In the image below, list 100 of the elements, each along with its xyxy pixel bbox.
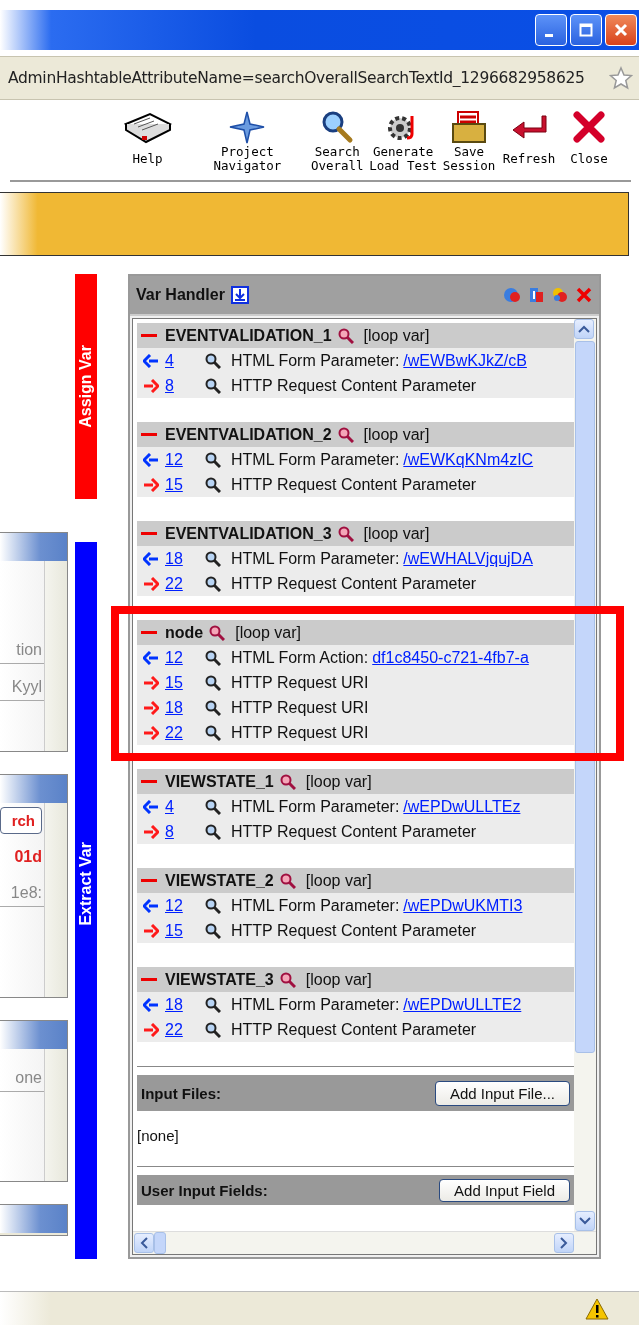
left-arrow-icon (143, 799, 159, 814)
panel-title: Var Handler (136, 286, 225, 304)
reference-text: HTML Form Parameter: (231, 450, 400, 469)
line-number-link[interactable]: 18 (165, 995, 205, 1014)
folder-icon (450, 110, 488, 144)
caret-right-icon (560, 1237, 568, 1249)
value-link[interactable]: df1c8450-c721-4fb7-a (372, 648, 529, 667)
value-link[interactable]: /wEWHALVjqujDA (403, 549, 533, 568)
line-number-link[interactable]: 15 (165, 673, 205, 692)
vertical-scrollbar[interactable] (44, 803, 67, 997)
variable-header[interactable]: VIEWSTATE_3 [loop var] (137, 967, 574, 992)
globe-icon[interactable] (503, 286, 521, 304)
value-link[interactable]: /wEWKqKNm4zIC (403, 450, 534, 469)
reference-text: HTML Form Parameter: (231, 797, 400, 816)
value-link[interactable]: /wEWBwKJkZ/cB (403, 351, 527, 370)
line-number-link[interactable]: 18 (165, 698, 205, 717)
left-arrow-icon (143, 452, 159, 467)
panel-text: 01d (13, 847, 43, 867)
magnifier-icon (205, 823, 221, 840)
panel-header (0, 533, 67, 561)
side-tab[interactable]: Extract Var (75, 542, 97, 1259)
toolbar-button[interactable]: Refresh (501, 110, 557, 174)
side-tab[interactable]: Assign Var (75, 274, 97, 499)
line-number-link[interactable]: 18 (165, 549, 205, 568)
toolbar-button[interactable]: Close (561, 110, 617, 174)
address-field[interactable]: AdminHashtableAttributeName=searchOverallSearchTextId_1296682958625 (0, 56, 639, 100)
close-icon[interactable] (575, 286, 593, 304)
scroll-thumb[interactable] (575, 341, 595, 1053)
search-button[interactable]: rch (0, 807, 42, 834)
search-icon (320, 110, 355, 144)
variable-header[interactable]: VIEWSTATE_2 [loop var] (137, 868, 574, 893)
address-input[interactable]: AdminHashtableAttributeName=searchOverallSearchTextId_1296682958625 (8, 69, 603, 87)
add-input-file-button[interactable]: Add Input File... (434, 1080, 570, 1106)
variable-header[interactable]: VIEWSTATE_1 [loop var] (137, 769, 574, 794)
bookmark-star-icon[interactable] (609, 66, 633, 90)
right-arrow-icon (143, 576, 159, 591)
line-number-link[interactable]: 8 (165, 822, 205, 841)
magnifier-icon (205, 476, 221, 493)
minimize-icon (545, 33, 553, 37)
horizontal-scrollbar[interactable] (133, 1231, 596, 1254)
line-number-link[interactable]: 15 (165, 921, 205, 940)
line-number-link[interactable]: 15 (165, 475, 205, 494)
scroll-down-button[interactable] (575, 1211, 595, 1231)
scroll-left-button[interactable] (134, 1233, 154, 1253)
collapse-icon (141, 780, 157, 783)
toolbar-button[interactable]: Search Overall (309, 110, 366, 174)
right-arrow-icon (143, 700, 159, 715)
magnifier-icon (337, 327, 354, 344)
line-number-link[interactable]: 4 (165, 797, 205, 816)
line-number-link[interactable]: 12 (165, 896, 205, 915)
variable-header[interactable]: EVENTVALIDATION_2 [loop var] (137, 422, 574, 447)
toolbar-button[interactable]: Help (119, 110, 176, 174)
scroll-up-button[interactable] (574, 319, 594, 339)
minimize-button[interactable] (535, 14, 567, 46)
vertical-scrollbar[interactable] (44, 1049, 67, 1181)
collapse-icon (141, 334, 157, 337)
magnifier-icon (205, 377, 221, 394)
left-arrow-icon (143, 650, 159, 665)
variable-header[interactable]: EVENTVALIDATION_3 [loop var] (137, 521, 574, 546)
section-title: Input Files: (141, 1084, 221, 1102)
magnifier-icon (205, 649, 221, 666)
vertical-scrollbar[interactable] (574, 319, 596, 1231)
right-arrow-icon (143, 725, 159, 740)
right-arrow-icon (143, 824, 159, 839)
line-number-link[interactable]: 8 (165, 376, 205, 395)
variable-header[interactable]: EVENTVALIDATION_1 [loop var] (137, 323, 574, 348)
right-arrow-icon (143, 1022, 159, 1037)
value-link[interactable]: /wEPDwULLTEz (403, 797, 521, 816)
variable-header[interactable]: node [loop var] (137, 620, 574, 645)
close-button[interactable] (605, 14, 637, 46)
scroll-right-button[interactable] (554, 1233, 574, 1253)
line-number-link[interactable]: 12 (165, 450, 205, 469)
vertical-scrollbar[interactable] (44, 561, 67, 751)
collapse-icon (141, 978, 157, 981)
section-title: User Input Fields: (141, 1181, 268, 1199)
value-link[interactable]: /wEPDwULLTE2 (403, 995, 522, 1014)
shapes-icon[interactable] (551, 286, 569, 304)
collapse-icon (141, 433, 157, 436)
magnifier-icon (279, 872, 296, 889)
toolbar-button[interactable]: Project Navigator (213, 110, 282, 174)
magnifier-icon (205, 922, 221, 939)
toolbar-button[interactable]: Save Session (441, 110, 497, 174)
add-input-field-button[interactable]: Add Input Field (439, 1178, 570, 1202)
scroll-thumb[interactable] (154, 1232, 166, 1254)
reference-text: HTTP Request URI (231, 698, 369, 717)
value-link[interactable]: /wEPDwUKMTI3 (403, 896, 523, 915)
info-icon[interactable] (527, 286, 545, 304)
toolbar-button[interactable]: Generate Load Test (369, 110, 437, 174)
left-arrow-icon (143, 898, 159, 913)
line-number-link[interactable]: 22 (165, 574, 205, 593)
line-number-link[interactable]: 22 (165, 723, 205, 742)
maximize-button[interactable] (570, 14, 602, 46)
reference-text: HTTP Request URI (231, 673, 369, 692)
empty-value-text: [none] (137, 1126, 180, 1146)
warning-icon[interactable] (585, 1297, 609, 1320)
line-number-link[interactable]: 12 (165, 648, 205, 667)
download-icon[interactable] (230, 286, 249, 304)
line-number-link[interactable]: 22 (165, 1020, 205, 1039)
reference-text: HTTP Request Content Parameter (231, 921, 477, 940)
line-number-link[interactable]: 4 (165, 351, 205, 370)
